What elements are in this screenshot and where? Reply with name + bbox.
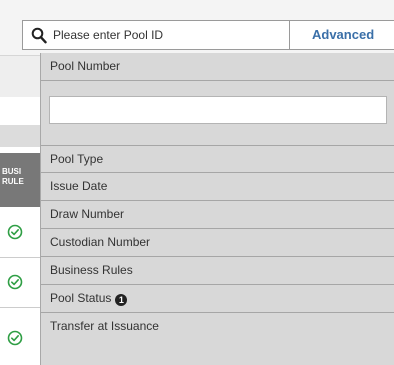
filter-transfer-at-issuance[interactable]: Transfer at Issuance	[41, 313, 394, 341]
page-band	[0, 125, 40, 147]
filter-label: Draw Number	[50, 207, 125, 221]
table-row[interactable]	[0, 307, 40, 357]
filter-label: Pool Status	[50, 291, 112, 305]
filter-issue-date[interactable]: Issue Date	[41, 173, 394, 201]
filter-pool-status[interactable]: Pool Status 1	[41, 285, 394, 313]
filter-label: Custodian Number	[50, 235, 151, 249]
advanced-search-button[interactable]: Advanced	[289, 20, 394, 50]
filter-draw-number[interactable]: Draw Number	[41, 201, 394, 229]
page-band	[0, 97, 40, 125]
table-row[interactable]	[0, 257, 40, 308]
search-icon[interactable]	[31, 27, 47, 44]
table-row[interactable]	[0, 207, 40, 258]
advanced-search-panel: Pool Number Pool Type Issue Date Draw Nu…	[40, 53, 394, 365]
filter-pool-type[interactable]: Pool Type	[41, 145, 394, 173]
column-header-business-rules: BUSI RULE	[0, 153, 40, 207]
filter-business-rules[interactable]: Business Rules	[41, 257, 394, 285]
pool-number-field-container	[41, 81, 394, 139]
filter-label: Business Rules	[50, 263, 133, 277]
check-circle-icon	[7, 224, 23, 240]
page-band	[0, 55, 40, 98]
check-circle-icon	[7, 330, 23, 346]
filter-pool-number[interactable]: Pool Number	[41, 53, 394, 81]
filter-custodian-number[interactable]: Custodian Number	[41, 229, 394, 257]
filter-label: Issue Date	[50, 179, 108, 193]
pool-search-bar: Advanced	[22, 20, 394, 50]
info-icon[interactable]: 1	[115, 294, 128, 306]
check-circle-icon	[7, 274, 23, 290]
filter-label: Pool Number	[50, 59, 121, 73]
filter-label: Transfer at Issuance	[50, 319, 159, 333]
filter-label: Pool Type	[50, 152, 104, 166]
pool-number-input[interactable]	[49, 96, 387, 124]
pool-id-search-input[interactable]	[53, 24, 303, 46]
